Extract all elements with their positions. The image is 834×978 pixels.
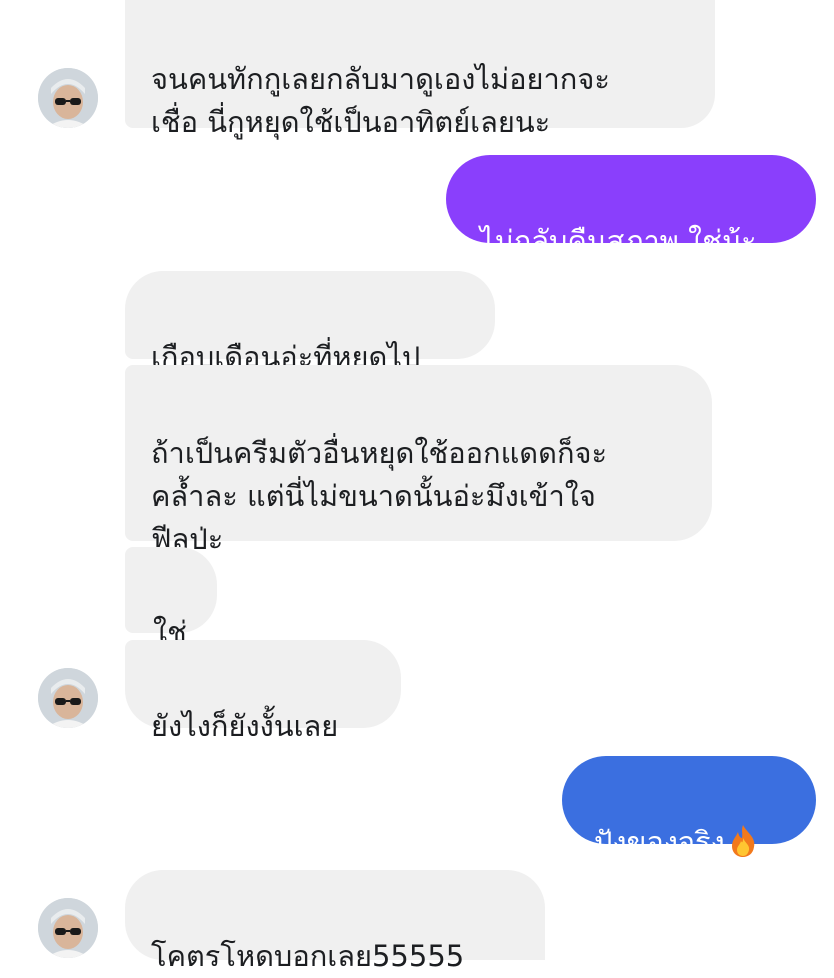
sender-avatar[interactable] [38, 898, 98, 958]
message-bubble-incoming[interactable]: จนคนทักกูเลยกลับมาดูเองไม่อยากจะ เชื่อ น… [125, 0, 715, 139]
fire-icon [729, 824, 757, 870]
message-text: ปังของจริง [594, 825, 725, 859]
message-text: โคตรโหดบอกเลย55555 [151, 939, 465, 973]
message-text: ยังไงก็ยังงั้นเลย [151, 709, 339, 743]
message-text: ถ้าเป็นครีมตัวอื่นหยุดใช้ออกแดดก็จะ คล้ำ… [151, 436, 608, 556]
message-bubble-incoming[interactable]: ยังไงก็ยังงั้นเลย [125, 640, 401, 743]
avatar-image [38, 898, 98, 958]
message-bubble-incoming[interactable]: ใช่ [125, 547, 217, 649]
message-bubble-incoming[interactable]: เกือบเดือนอ่ะที่หยุดไป [125, 271, 495, 374]
avatar-image [38, 68, 98, 128]
avatar-image [38, 668, 98, 728]
message-bubble-incoming[interactable]: ถ้าเป็นครีมตัวอื่นหยุดใช้ออกแดดก็จะ คล้ำ… [125, 365, 712, 556]
message-bubble-outgoing[interactable]: ปังของจริง [562, 756, 816, 859]
message-text: ไม่กลับคืนสภาพ ใช่ม้ะ [480, 224, 757, 258]
message-bubble-incoming[interactable]: โคตรโหดบอกเลย55555 [125, 870, 545, 973]
message-bubble-outgoing[interactable]: ไม่กลับคืนสภาพ ใช่ม้ะ [446, 155, 816, 258]
sender-avatar[interactable] [38, 68, 98, 128]
message-text: จนคนทักกูเลยกลับมาดูเองไม่อยากจะ เชื่อ น… [151, 62, 610, 139]
sender-avatar[interactable] [38, 668, 98, 728]
